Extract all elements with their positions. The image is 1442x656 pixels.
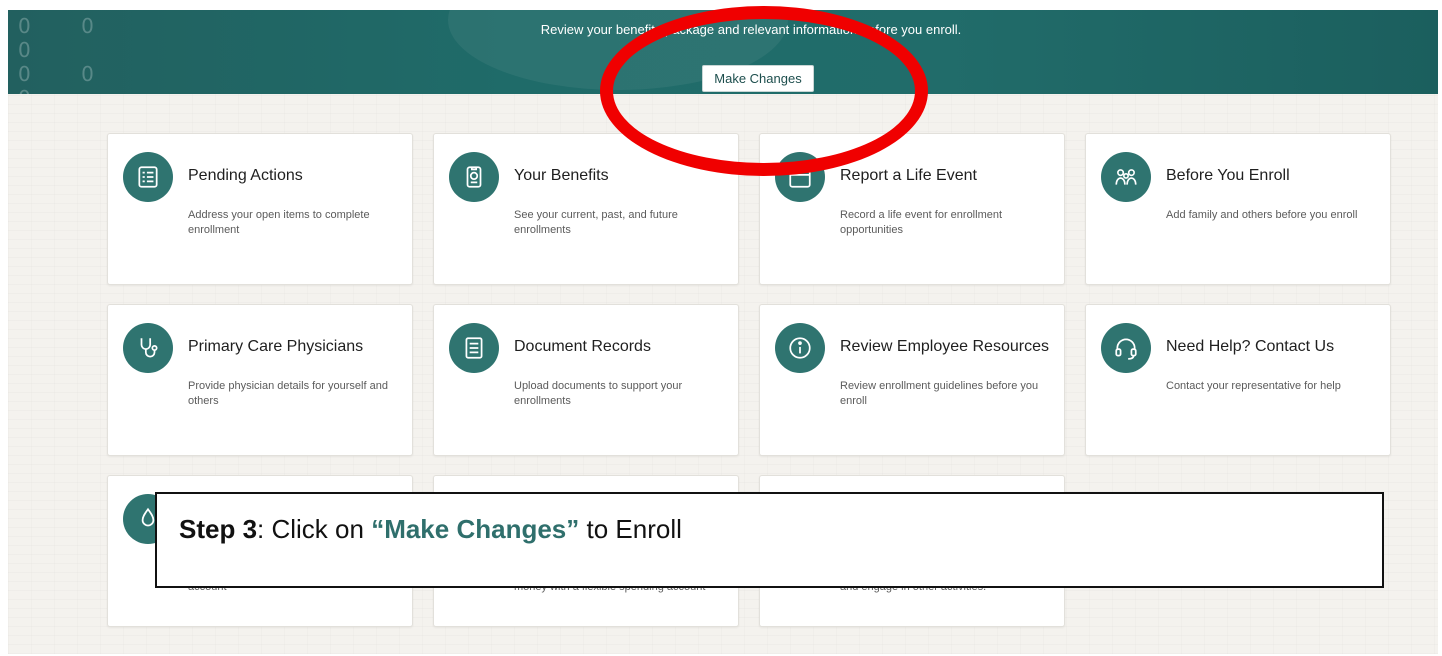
card-your-benefits[interactable]: Your Benefits See your current, past, an… — [433, 133, 739, 285]
card-title: Pending Actions — [188, 167, 303, 184]
stethoscope-icon — [123, 323, 173, 373]
calendar-icon — [775, 152, 825, 202]
card-title: Report a Life Event — [840, 167, 977, 184]
document-icon — [449, 323, 499, 373]
header-banner: 0 0 00 0 00 0 0 Review your benefits pac… — [8, 10, 1438, 94]
step-before: : Click on — [257, 514, 372, 544]
instruction-text: Step 3: Click on “Make Changes” to Enrol… — [179, 514, 682, 545]
instruction-callout: Step 3: Click on “Make Changes” to Enrol… — [155, 492, 1384, 588]
card-description: Address your open items to complete enro… — [188, 209, 370, 236]
card-review-employee-resources[interactable]: Review Employee Resources Review enrollm… — [759, 304, 1065, 456]
step-label: Step 3 — [179, 514, 258, 544]
step-highlight-text: “Make Changes” — [371, 514, 580, 544]
card-before-you-enroll[interactable]: Before You Enroll Add family and others … — [1085, 133, 1391, 285]
card-description: Record a life event for enrollment oppor… — [840, 209, 1003, 236]
checklist-icon — [123, 152, 173, 202]
family-icon — [1101, 152, 1151, 202]
card-description: Add family and others before you enroll — [1166, 209, 1358, 221]
card-description: Review enrollment guidelines before you … — [840, 380, 1039, 407]
card-document-records[interactable]: Document Records Upload documents to sup… — [433, 304, 739, 456]
card-title: Primary Care Physicians — [188, 338, 364, 355]
badge-icon — [449, 152, 499, 202]
card-title: Before You Enroll — [1166, 167, 1290, 184]
info-icon — [775, 323, 825, 373]
card-description: Upload documents to support your enrollm… — [514, 380, 683, 407]
card-description: Provide physician details for yourself a… — [188, 380, 388, 407]
card-description: See your current, past, and future enrol… — [514, 209, 678, 236]
banner-text: Review your benefits package and relevan… — [540, 22, 962, 37]
headset-icon — [1101, 323, 1151, 373]
card-title: Review Employee Resources — [840, 338, 1049, 355]
make-changes-button[interactable]: Make Changes — [702, 65, 814, 92]
step-after: to Enroll — [579, 514, 682, 544]
card-description: Contact your representative for help — [1166, 380, 1341, 392]
card-primary-care-physicians[interactable]: Primary Care Physicians Provide physicia… — [107, 304, 413, 456]
card-title: Need Help? Contact Us — [1166, 338, 1335, 355]
card-need-help-contact-us[interactable]: Need Help? Contact Us Contact your repre… — [1085, 304, 1391, 456]
card-title: Document Records — [514, 338, 651, 355]
card-report-life-event[interactable]: Report a Life Event Record a life event … — [759, 133, 1065, 285]
card-pending-actions[interactable]: Pending Actions Address your open items … — [107, 133, 413, 285]
card-title: Your Benefits — [514, 167, 609, 184]
